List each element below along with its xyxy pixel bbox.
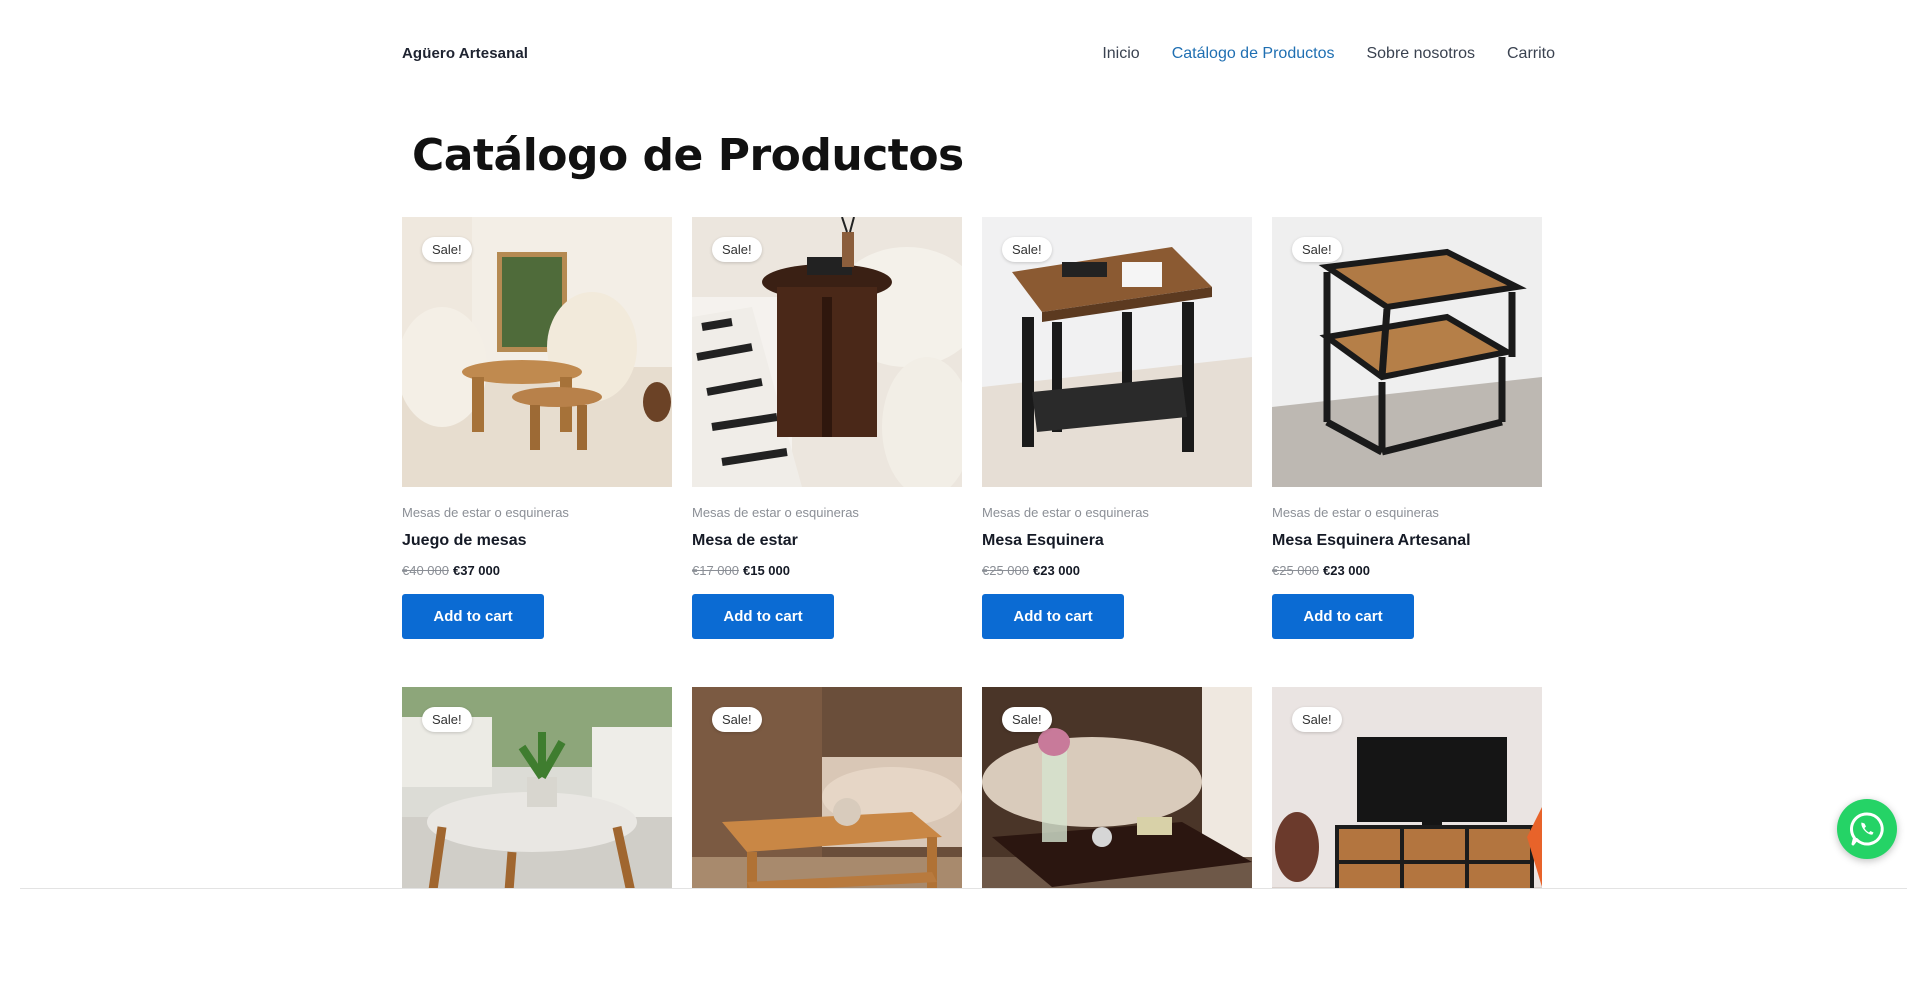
sale-price: €37 000 (453, 563, 500, 578)
product-category[interactable]: Mesas de estar o esquineras (1272, 505, 1542, 520)
sale-badge: Sale! (1292, 237, 1342, 262)
nav-carrito[interactable]: Carrito (1507, 45, 1555, 63)
product-image[interactable]: Sale! (1272, 217, 1542, 487)
old-price: €40 000 (402, 563, 449, 578)
sale-badge: Sale! (1292, 707, 1342, 732)
page-title: Catálogo de Productos (412, 130, 964, 181)
product-price: €25 000 €23 000 (982, 563, 1252, 578)
add-to-cart-button[interactable]: Add to cart (1272, 594, 1414, 639)
product-category[interactable]: Mesas de estar o esquineras (692, 505, 962, 520)
sale-price: €23 000 (1033, 563, 1080, 578)
sale-badge: Sale! (712, 237, 762, 262)
add-to-cart-button[interactable]: Add to cart (982, 594, 1124, 639)
sale-badge: Sale! (422, 237, 472, 262)
fold-divider (20, 888, 1907, 889)
product-card: Sale! Mesas de estar o esquineras Mesa E… (982, 217, 1252, 639)
old-price: €25 000 (1272, 563, 1319, 578)
page-fold (0, 889, 1907, 1002)
sale-badge: Sale! (712, 707, 762, 732)
nav-sobre-nosotros[interactable]: Sobre nosotros (1366, 45, 1475, 63)
product-name[interactable]: Mesa Esquinera Artesanal (1272, 532, 1542, 550)
site-title[interactable]: Agüero Artesanal (402, 45, 528, 62)
product-card: Sale! Mesas de estar o esquineras Juego … (402, 217, 672, 639)
sale-price: €23 000 (1323, 563, 1370, 578)
sale-price: €15 000 (743, 563, 790, 578)
product-grid: Sale! Mesas de estar o esquineras Juego … (402, 217, 1544, 957)
whatsapp-icon (1850, 812, 1884, 846)
sale-badge: Sale! (1002, 707, 1052, 732)
add-to-cart-button[interactable]: Add to cart (402, 594, 544, 639)
product-image[interactable]: Sale! (692, 217, 962, 487)
sale-badge: Sale! (1002, 237, 1052, 262)
product-category[interactable]: Mesas de estar o esquineras (982, 505, 1252, 520)
product-card: Sale! Mesas de estar o esquineras Mesa d… (692, 217, 962, 639)
product-image[interactable]: Sale! (982, 217, 1252, 487)
product-image[interactable]: Sale! (402, 217, 672, 487)
product-name[interactable]: Mesa Esquinera (982, 532, 1252, 550)
main-nav: Inicio Catálogo de Productos Sobre nosot… (1102, 45, 1555, 63)
add-to-cart-button[interactable]: Add to cart (692, 594, 834, 639)
product-name[interactable]: Mesa de estar (692, 532, 962, 550)
product-price: €40 000 €37 000 (402, 563, 672, 578)
product-price: €25 000 €23 000 (1272, 563, 1542, 578)
product-card: Sale! Mesas de estar o esquineras Mesa E… (1272, 217, 1542, 639)
product-category[interactable]: Mesas de estar o esquineras (402, 505, 672, 520)
nav-inicio[interactable]: Inicio (1102, 45, 1139, 63)
nav-catalogo[interactable]: Catálogo de Productos (1172, 45, 1335, 63)
old-price: €17 000 (692, 563, 739, 578)
sale-badge: Sale! (422, 707, 472, 732)
old-price: €25 000 (982, 563, 1029, 578)
product-name[interactable]: Juego de mesas (402, 532, 672, 550)
whatsapp-button[interactable] (1837, 799, 1897, 859)
product-price: €17 000 €15 000 (692, 563, 962, 578)
